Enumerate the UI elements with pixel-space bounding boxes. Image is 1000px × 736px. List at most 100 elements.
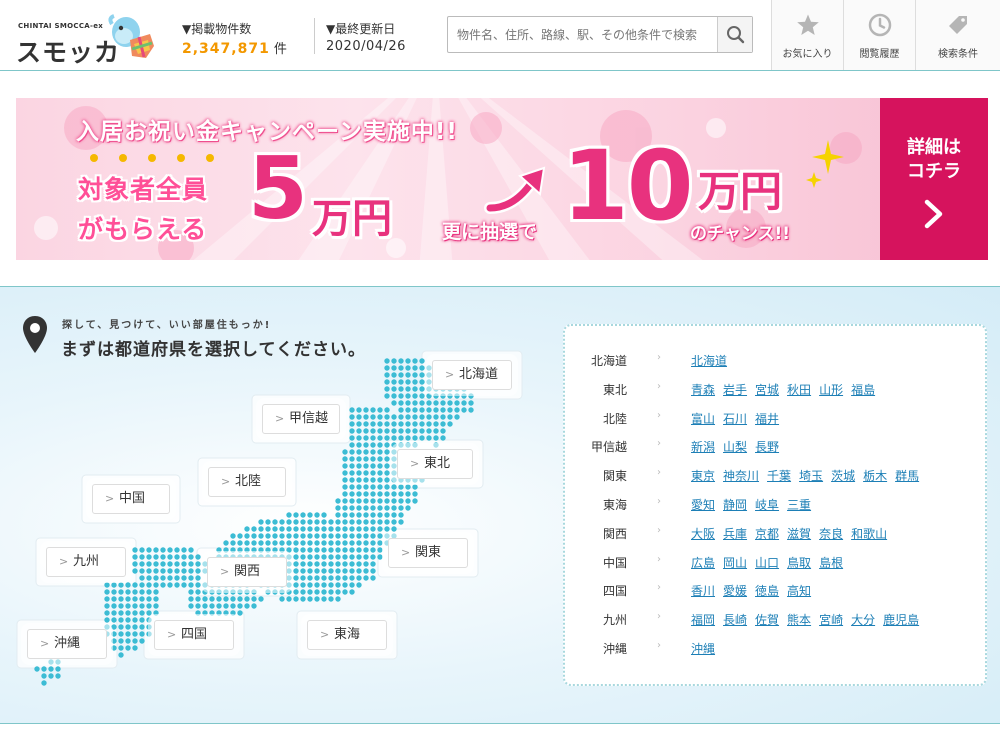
prefecture-link[interactable]: 宮城 — [755, 383, 779, 397]
prefecture-link[interactable]: 京都 — [755, 527, 779, 541]
map-region-okinawa[interactable]: > 沖縄 — [27, 629, 107, 659]
prefecture-link[interactable]: 山形 — [819, 383, 843, 397]
prefecture-link[interactable]: 石川 — [723, 412, 747, 426]
prefecture-link[interactable]: 東京 — [691, 469, 715, 483]
banner-details-button[interactable]: 詳細は コチラ — [880, 98, 988, 260]
prefecture-link[interactable]: 広島 — [691, 556, 715, 570]
prefecture-link[interactable]: 山梨 — [723, 440, 747, 454]
map-dot — [405, 358, 411, 364]
prefecture-link[interactable]: 静岡 — [723, 498, 747, 512]
prefecture-link[interactable]: 神奈川 — [723, 469, 759, 483]
map-dot — [398, 400, 404, 406]
map-dot — [41, 666, 47, 672]
map-region-tohoku[interactable]: > 東北 — [397, 449, 473, 479]
map-dot — [356, 540, 362, 546]
prefecture-link[interactable]: 栃木 — [863, 469, 887, 483]
prefecture-links: 北海道 — [691, 352, 735, 369]
listing-count-block: ▼掲載物件数 2,347,871 件 — [182, 20, 287, 57]
search-button[interactable] — [717, 17, 752, 52]
prefecture-link[interactable]: 大分 — [851, 613, 875, 627]
map-dot — [153, 589, 159, 595]
map-dot — [426, 428, 432, 434]
map-region-koshinetsu[interactable]: > 甲信越 — [262, 404, 340, 434]
prefecture-link[interactable]: 愛知 — [691, 498, 715, 512]
prefecture-link[interactable]: 青森 — [691, 383, 715, 397]
map-region-tokai[interactable]: > 東海 — [307, 620, 387, 650]
prefecture-link[interactable]: 和歌山 — [851, 527, 887, 541]
map-dot — [328, 561, 334, 567]
campaign-banner[interactable]: 入居お祝い金キャンペーン実施中!! 対象者全員 がもらえる 5 万円 更に抽選で… — [16, 98, 988, 260]
prefecture-link[interactable]: 宮崎 — [819, 613, 843, 627]
map-dot — [349, 498, 355, 504]
prefecture-link[interactable]: 新潟 — [691, 440, 715, 454]
map-dot — [286, 540, 292, 546]
map-dot — [349, 589, 355, 595]
prefecture-link[interactable]: 岡山 — [723, 556, 747, 570]
map-dot — [342, 554, 348, 560]
map-dot — [41, 680, 47, 686]
prefecture-link[interactable]: 群馬 — [895, 469, 919, 483]
prefecture-link[interactable]: 茨城 — [831, 469, 855, 483]
prefecture-link[interactable]: 徳島 — [755, 584, 779, 598]
prefecture-link[interactable]: 高知 — [787, 584, 811, 598]
last-update-block: ▼最終更新日 2020/04/26 — [314, 18, 406, 54]
map-region-hokuriku[interactable]: > 北陸 — [208, 467, 286, 497]
prefecture-link[interactable]: 三重 — [787, 498, 811, 512]
prefecture-link[interactable]: 鹿児島 — [883, 613, 919, 627]
map-dot — [412, 386, 418, 392]
prefecture-link[interactable]: 沖縄 — [691, 642, 715, 656]
map-dot — [181, 582, 187, 588]
map-dot — [398, 498, 404, 504]
site-logo[interactable]: CHINTAI SMOCCA-ex スモッカ — [14, 8, 164, 67]
map-dot — [223, 547, 229, 553]
prefecture-link[interactable]: 福岡 — [691, 613, 715, 627]
map-dot — [300, 554, 306, 560]
prefecture-link[interactable]: 富山 — [691, 412, 715, 426]
map-dot — [419, 358, 425, 364]
map-dot — [335, 533, 341, 539]
search-input[interactable] — [448, 17, 718, 52]
map-region-hokkaido[interactable]: > 北海道 — [432, 360, 512, 390]
prefecture-link[interactable]: 北海道 — [691, 354, 727, 368]
prefecture-link[interactable]: 長野 — [755, 440, 779, 454]
search-icon — [727, 26, 745, 44]
prefecture-link[interactable]: 大阪 — [691, 527, 715, 541]
prefecture-link[interactable]: 滋賀 — [787, 527, 811, 541]
prefecture-link[interactable]: 香川 — [691, 584, 715, 598]
map-dot — [188, 603, 194, 609]
prefecture-link[interactable]: 奈良 — [819, 527, 843, 541]
map-dot — [328, 582, 334, 588]
map-dot — [391, 365, 397, 371]
prefecture-link[interactable]: 兵庫 — [723, 527, 747, 541]
map-region-kanto[interactable]: > 関東 — [388, 538, 468, 568]
prefecture-link[interactable]: 秋田 — [787, 383, 811, 397]
prefecture-link[interactable]: 佐賀 — [755, 613, 779, 627]
map-dot — [426, 414, 432, 420]
map-dot — [174, 547, 180, 553]
region-row: 北陸 › 富山 石川 福井 — [565, 410, 985, 430]
map-region-kansai[interactable]: > 関西 — [207, 557, 287, 587]
prefecture-link[interactable]: 岩手 — [723, 383, 747, 397]
prefecture-link[interactable]: 長崎 — [723, 613, 747, 627]
map-region-shikoku[interactable]: > 四国 — [154, 620, 234, 650]
prefecture-link[interactable]: 福島 — [851, 383, 875, 397]
prefecture-link[interactable]: 福井 — [755, 412, 779, 426]
prefecture-link[interactable]: 山口 — [755, 556, 779, 570]
prefecture-link[interactable]: 埼玉 — [799, 469, 823, 483]
prefecture-link[interactable]: 島根 — [819, 556, 843, 570]
prefecture-link[interactable]: 熊本 — [787, 613, 811, 627]
prefecture-link[interactable]: 千葉 — [767, 469, 791, 483]
history-button[interactable]: 閲覧履歴 — [843, 0, 915, 70]
prefecture-link[interactable]: 愛媛 — [723, 584, 747, 598]
map-region-chugoku[interactable]: > 中国 — [92, 484, 170, 514]
prefecture-link[interactable]: 岐阜 — [755, 498, 779, 512]
map-dot — [293, 547, 299, 553]
map-dot — [286, 589, 292, 595]
favorites-button[interactable]: お気に入り — [771, 0, 843, 70]
star-icon — [797, 14, 819, 35]
map-region-kyushu[interactable]: > 九州 — [46, 547, 126, 577]
map-dot — [335, 554, 341, 560]
map-dot — [356, 491, 362, 497]
saved-search-button[interactable]: 検索条件 — [915, 0, 1000, 70]
prefecture-link[interactable]: 鳥取 — [787, 556, 811, 570]
